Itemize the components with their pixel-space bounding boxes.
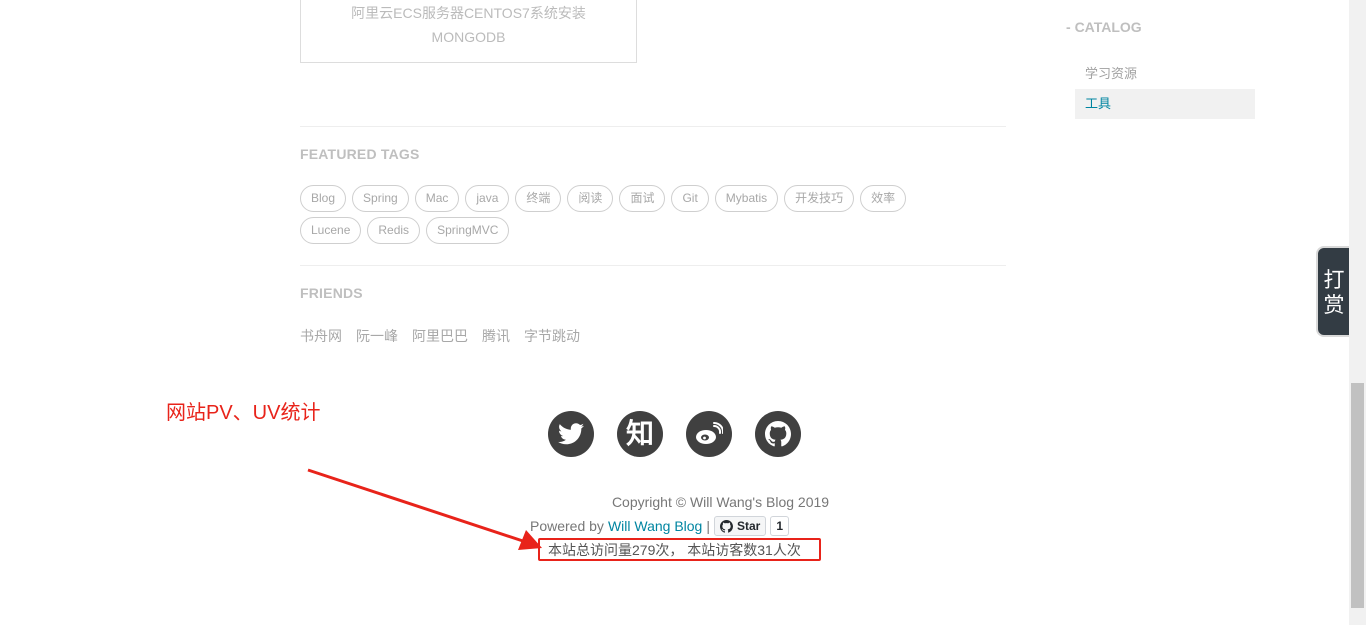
- tag-efficiency[interactable]: 效率: [860, 185, 907, 212]
- github-icon[interactable]: [755, 411, 801, 457]
- tag-mac[interactable]: Mac: [414, 185, 460, 212]
- github-star-label: Star: [736, 519, 761, 533]
- catalog-title: - CATALOG: [1066, 19, 1142, 35]
- friends-title: FRIENDS: [300, 285, 363, 301]
- friend-link-tencent[interactable]: 腾讯: [482, 328, 510, 344]
- reward-button[interactable]: 打 赏: [1316, 246, 1350, 337]
- tag-dev-tips[interactable]: 开发技巧: [784, 185, 855, 212]
- tag-reading[interactable]: 阅读: [567, 185, 614, 212]
- friend-link-ruanyifeng[interactable]: 阮一峰: [356, 328, 398, 344]
- catalog-title-text: CATALOG: [1074, 19, 1142, 35]
- tag-lucene[interactable]: Lucene: [300, 217, 362, 244]
- featured-tags-title: FEATURED TAGS: [300, 146, 420, 162]
- github-star-button[interactable]: Star: [713, 516, 767, 536]
- friend-link-shuzhou[interactable]: 书舟网: [300, 328, 342, 344]
- copyright-text: Copyright © Will Wang's Blog 2019: [611, 494, 830, 510]
- powered-by-line: Powered by Will Wang Blog | Star 1: [530, 516, 790, 536]
- tag-mybatis[interactable]: Mybatis: [714, 185, 779, 212]
- tag-git[interactable]: Git: [671, 185, 709, 212]
- divider: [300, 265, 1006, 266]
- powered-by-link[interactable]: Will Wang Blog: [608, 518, 702, 534]
- catalog-item-tools[interactable]: 工具: [1075, 89, 1255, 119]
- powered-by-separator: |: [706, 518, 710, 534]
- previous-post-title-line1: 阿里云ECS服务器CENTOS7系统安装: [351, 5, 586, 21]
- reward-char-1: 打: [1323, 269, 1345, 292]
- zhihu-icon[interactable]: 知: [617, 411, 663, 457]
- catalog-item-resources[interactable]: 学习资源: [1075, 59, 1255, 89]
- tag-spring[interactable]: Spring: [352, 185, 409, 212]
- divider: [300, 126, 1006, 127]
- catalog-dash: -: [1066, 19, 1075, 35]
- tag-java[interactable]: java: [465, 185, 510, 212]
- tag-list: Blog Spring Mac java 终端 阅读 面试 Git Mybatis 开发技巧 效率 L…: [300, 185, 1006, 249]
- annotation-highlight-box: [538, 538, 821, 561]
- tag-redis[interactable]: Redis: [367, 217, 421, 244]
- tag-springmvc[interactable]: SpringMVC: [426, 217, 510, 244]
- tag-blog[interactable]: Blog: [300, 185, 347, 212]
- annotation-label: 网站PV、UV统计: [166, 402, 321, 424]
- github-star-count[interactable]: 1: [770, 516, 790, 536]
- github-small-icon: [719, 519, 733, 533]
- tag-terminal[interactable]: 终端: [515, 185, 562, 212]
- friend-link-bytedance[interactable]: 字节跳动: [524, 328, 580, 344]
- reward-char-2: 赏: [1323, 294, 1345, 317]
- friends-links: 书舟网 阮一峰 阿里巴巴 腾讯 字节跳动: [300, 326, 594, 346]
- weibo-icon[interactable]: [686, 411, 732, 457]
- friend-link-alibaba[interactable]: 阿里巴巴: [412, 328, 468, 344]
- powered-by-prefix: Powered by: [530, 518, 604, 534]
- zhihu-glyph: 知: [625, 418, 654, 449]
- tag-interview[interactable]: 面试: [619, 185, 666, 212]
- previous-post-card[interactable]: 阿里云ECS服务器CENTOS7系统安装 MONGODB: [300, 0, 637, 63]
- previous-post-title-line2: MONGODB: [431, 29, 506, 45]
- twitter-icon[interactable]: [548, 411, 594, 457]
